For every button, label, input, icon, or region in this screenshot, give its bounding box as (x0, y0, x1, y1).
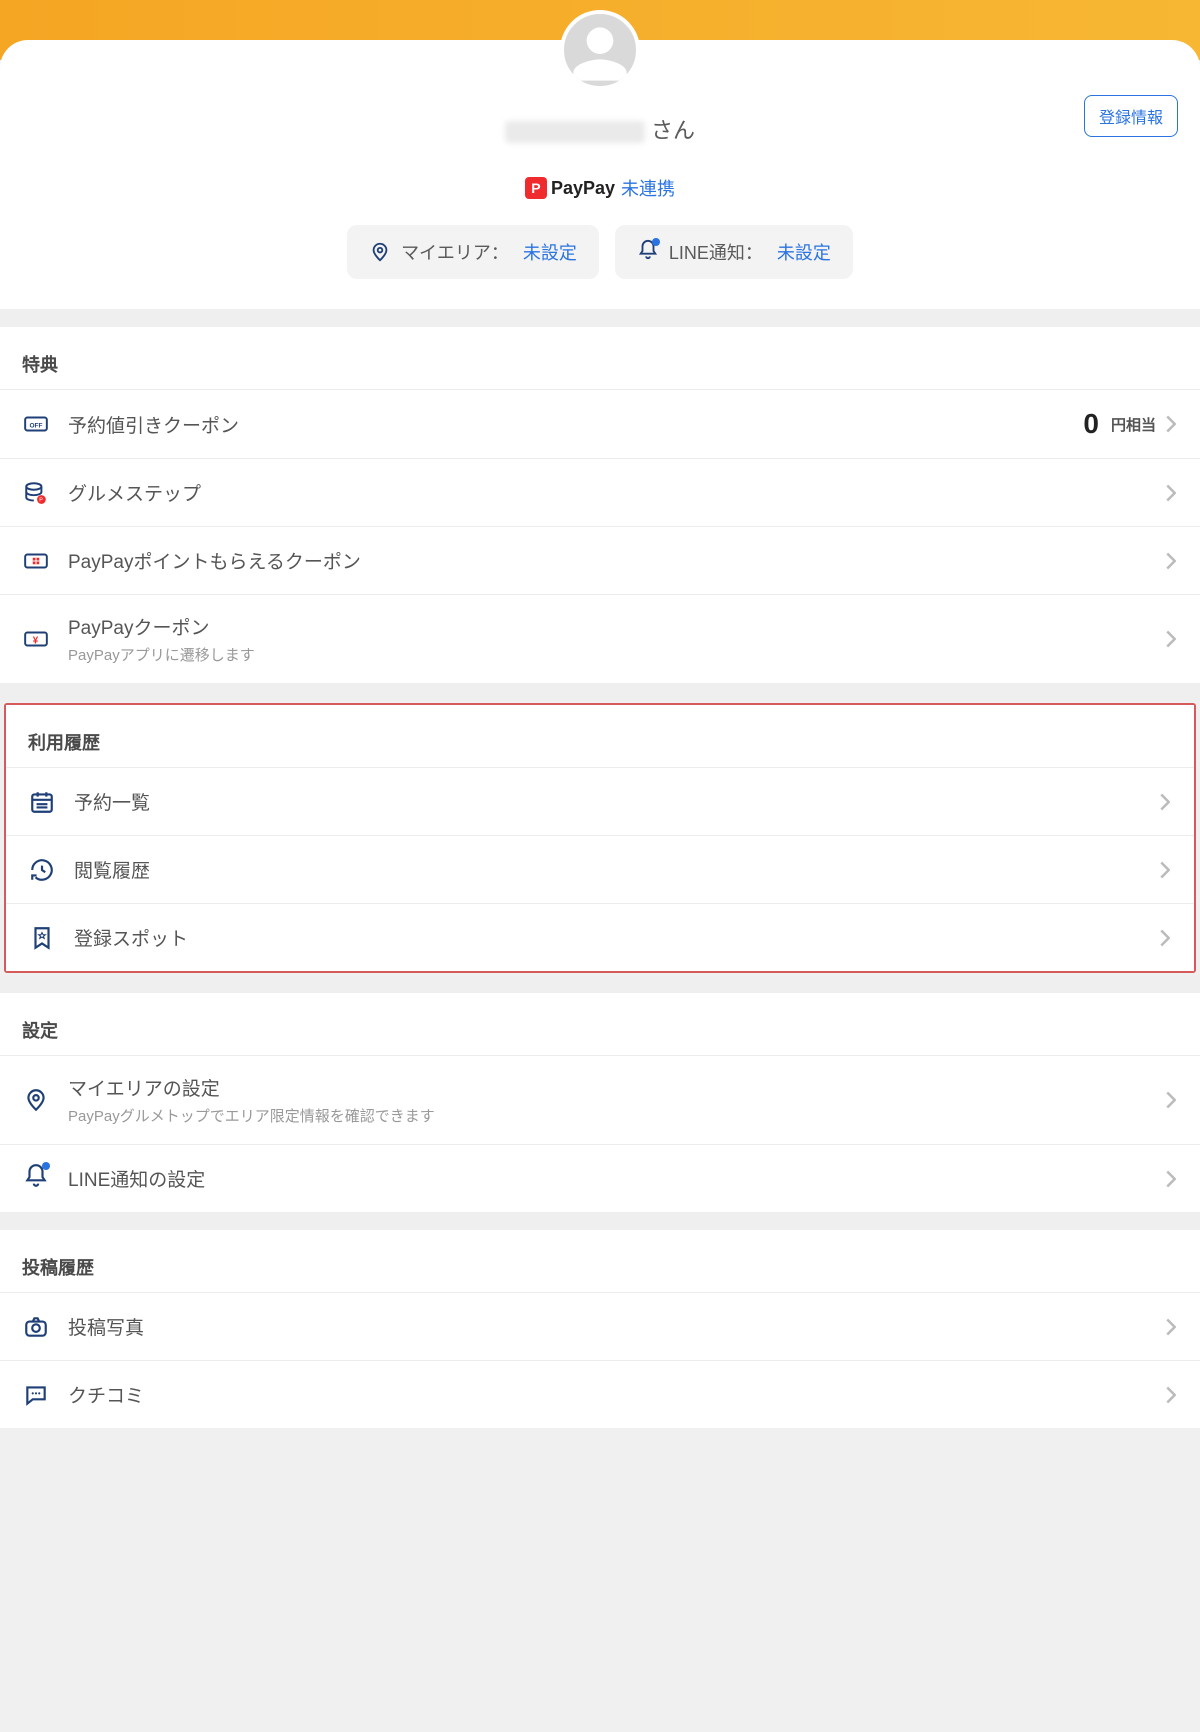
coupon-amount-unit: 円相当 (1111, 414, 1156, 435)
username-row: さん (0, 113, 1200, 145)
item-registered-spots[interactable]: 登録スポット (6, 903, 1194, 971)
section-title-posts: 投稿履歴 (0, 1230, 1200, 1292)
person-icon (568, 22, 632, 86)
chevron-right-icon (1166, 415, 1178, 433)
chevron-right-icon (1166, 484, 1178, 502)
chevron-right-icon (1160, 929, 1172, 947)
ticket-off-icon: OFF (22, 410, 50, 438)
section-title-benefits: 特典 (0, 327, 1200, 389)
location-pin-icon (369, 241, 391, 263)
history-clock-icon (28, 856, 56, 884)
item-label: PayPayクーポン (68, 613, 1166, 640)
section-posts: 投稿履歴 投稿写真 クチコミ (0, 1230, 1200, 1428)
section-settings: 設定 マイエリアの設定 PayPayグルメトップでエリア限定情報を確認できます … (0, 993, 1200, 1212)
avatar[interactable] (560, 10, 640, 90)
gift-ticket-icon (22, 547, 50, 575)
register-info-button[interactable]: 登録情報 (1084, 95, 1178, 137)
item-line-notify-setting[interactable]: LINE通知の設定 (0, 1144, 1200, 1212)
location-pin-icon (22, 1086, 50, 1114)
bell-icon (22, 1165, 50, 1193)
item-my-area-setting[interactable]: マイエリアの設定 PayPayグルメトップでエリア限定情報を確認できます (0, 1055, 1200, 1144)
paypay-brand-text: PayPay (551, 178, 615, 199)
camera-icon (22, 1313, 50, 1341)
coins-icon: P (22, 479, 50, 507)
section-title-settings: 設定 (0, 993, 1200, 1055)
username-redacted (505, 121, 645, 143)
item-paypay-point-coupon[interactable]: PayPayポイントもらえるクーポン (0, 526, 1200, 594)
chip-line-label: LINE通知： (669, 239, 763, 265)
item-gourmet-step[interactable]: P グルメステップ (0, 458, 1200, 526)
item-browse-history[interactable]: 閲覧履歴 (6, 835, 1194, 903)
item-label: グルメステップ (68, 479, 1166, 506)
highlight-usage-history: 利用履歴 予約一覧 閲覧履歴 登録スポット (4, 703, 1196, 973)
svg-text:OFF: OFF (30, 422, 43, 429)
chat-bubble-icon (22, 1381, 50, 1409)
chevron-right-icon (1160, 861, 1172, 879)
chevron-right-icon (1166, 1091, 1178, 1109)
chevron-right-icon (1166, 1386, 1178, 1404)
chip-area-label: マイエリア： (401, 239, 509, 265)
section-title-history: 利用履歴 (6, 705, 1194, 767)
item-label: PayPayポイントもらえるクーポン (68, 547, 1166, 574)
svg-text:P: P (39, 497, 43, 503)
yen-ticket-icon: ¥ (22, 625, 50, 653)
item-label: 登録スポット (74, 924, 1160, 951)
chip-my-area[interactable]: マイエリア： 未設定 (347, 225, 599, 279)
chip-area-value: 未設定 (523, 239, 577, 265)
chevron-right-icon (1166, 1318, 1178, 1336)
chevron-right-icon (1166, 552, 1178, 570)
item-label: 投稿写真 (68, 1313, 1166, 1340)
svg-text:¥: ¥ (33, 635, 39, 646)
chevron-right-icon (1160, 793, 1172, 811)
item-label: LINE通知の設定 (68, 1165, 1166, 1192)
section-history: 利用履歴 予約一覧 閲覧履歴 登録スポット (6, 705, 1194, 971)
item-label: 予約一覧 (74, 788, 1160, 815)
paypay-mark-icon: P (525, 177, 547, 199)
paypay-logo: P PayPay (525, 177, 615, 199)
chip-line-value: 未設定 (777, 239, 831, 265)
item-sublabel: PayPayグルメトップでエリア限定情報を確認できます (68, 1105, 1166, 1126)
section-benefits: 特典 OFF 予約値引きクーポン 0 円相当 P グルメステップ PayPayポイ… (0, 327, 1200, 683)
item-reviews[interactable]: クチコミ (0, 1360, 1200, 1428)
item-label: 閲覧履歴 (74, 856, 1160, 883)
calendar-icon (28, 788, 56, 816)
item-reservation-list[interactable]: 予約一覧 (6, 767, 1194, 835)
chevron-right-icon (1166, 1170, 1178, 1188)
chip-line-notify[interactable]: LINE通知： 未設定 (615, 225, 853, 279)
profile-card: 登録情報 さん P PayPay 未連携 マイエリア： 未設定 LINE通知： 未設… (0, 40, 1200, 309)
chevron-right-icon (1166, 630, 1178, 648)
item-label: 予約値引きクーポン (68, 411, 1083, 438)
item-paypay-coupon[interactable]: ¥ PayPayクーポン PayPayアプリに遷移します (0, 594, 1200, 683)
paypay-link-row[interactable]: P PayPay 未連携 (0, 175, 1200, 201)
coupon-amount: 0 (1083, 408, 1099, 440)
username-suffix: さん (651, 118, 695, 143)
item-label: マイエリアの設定 (68, 1074, 1166, 1101)
bell-icon (637, 241, 659, 263)
item-posted-photos[interactable]: 投稿写真 (0, 1292, 1200, 1360)
bookmark-star-icon (28, 924, 56, 952)
item-sublabel: PayPayアプリに遷移します (68, 644, 1166, 665)
paypay-link-status: 未連携 (621, 175, 675, 201)
item-label: クチコミ (68, 1381, 1166, 1408)
item-discount-coupon[interactable]: OFF 予約値引きクーポン 0 円相当 (0, 389, 1200, 458)
